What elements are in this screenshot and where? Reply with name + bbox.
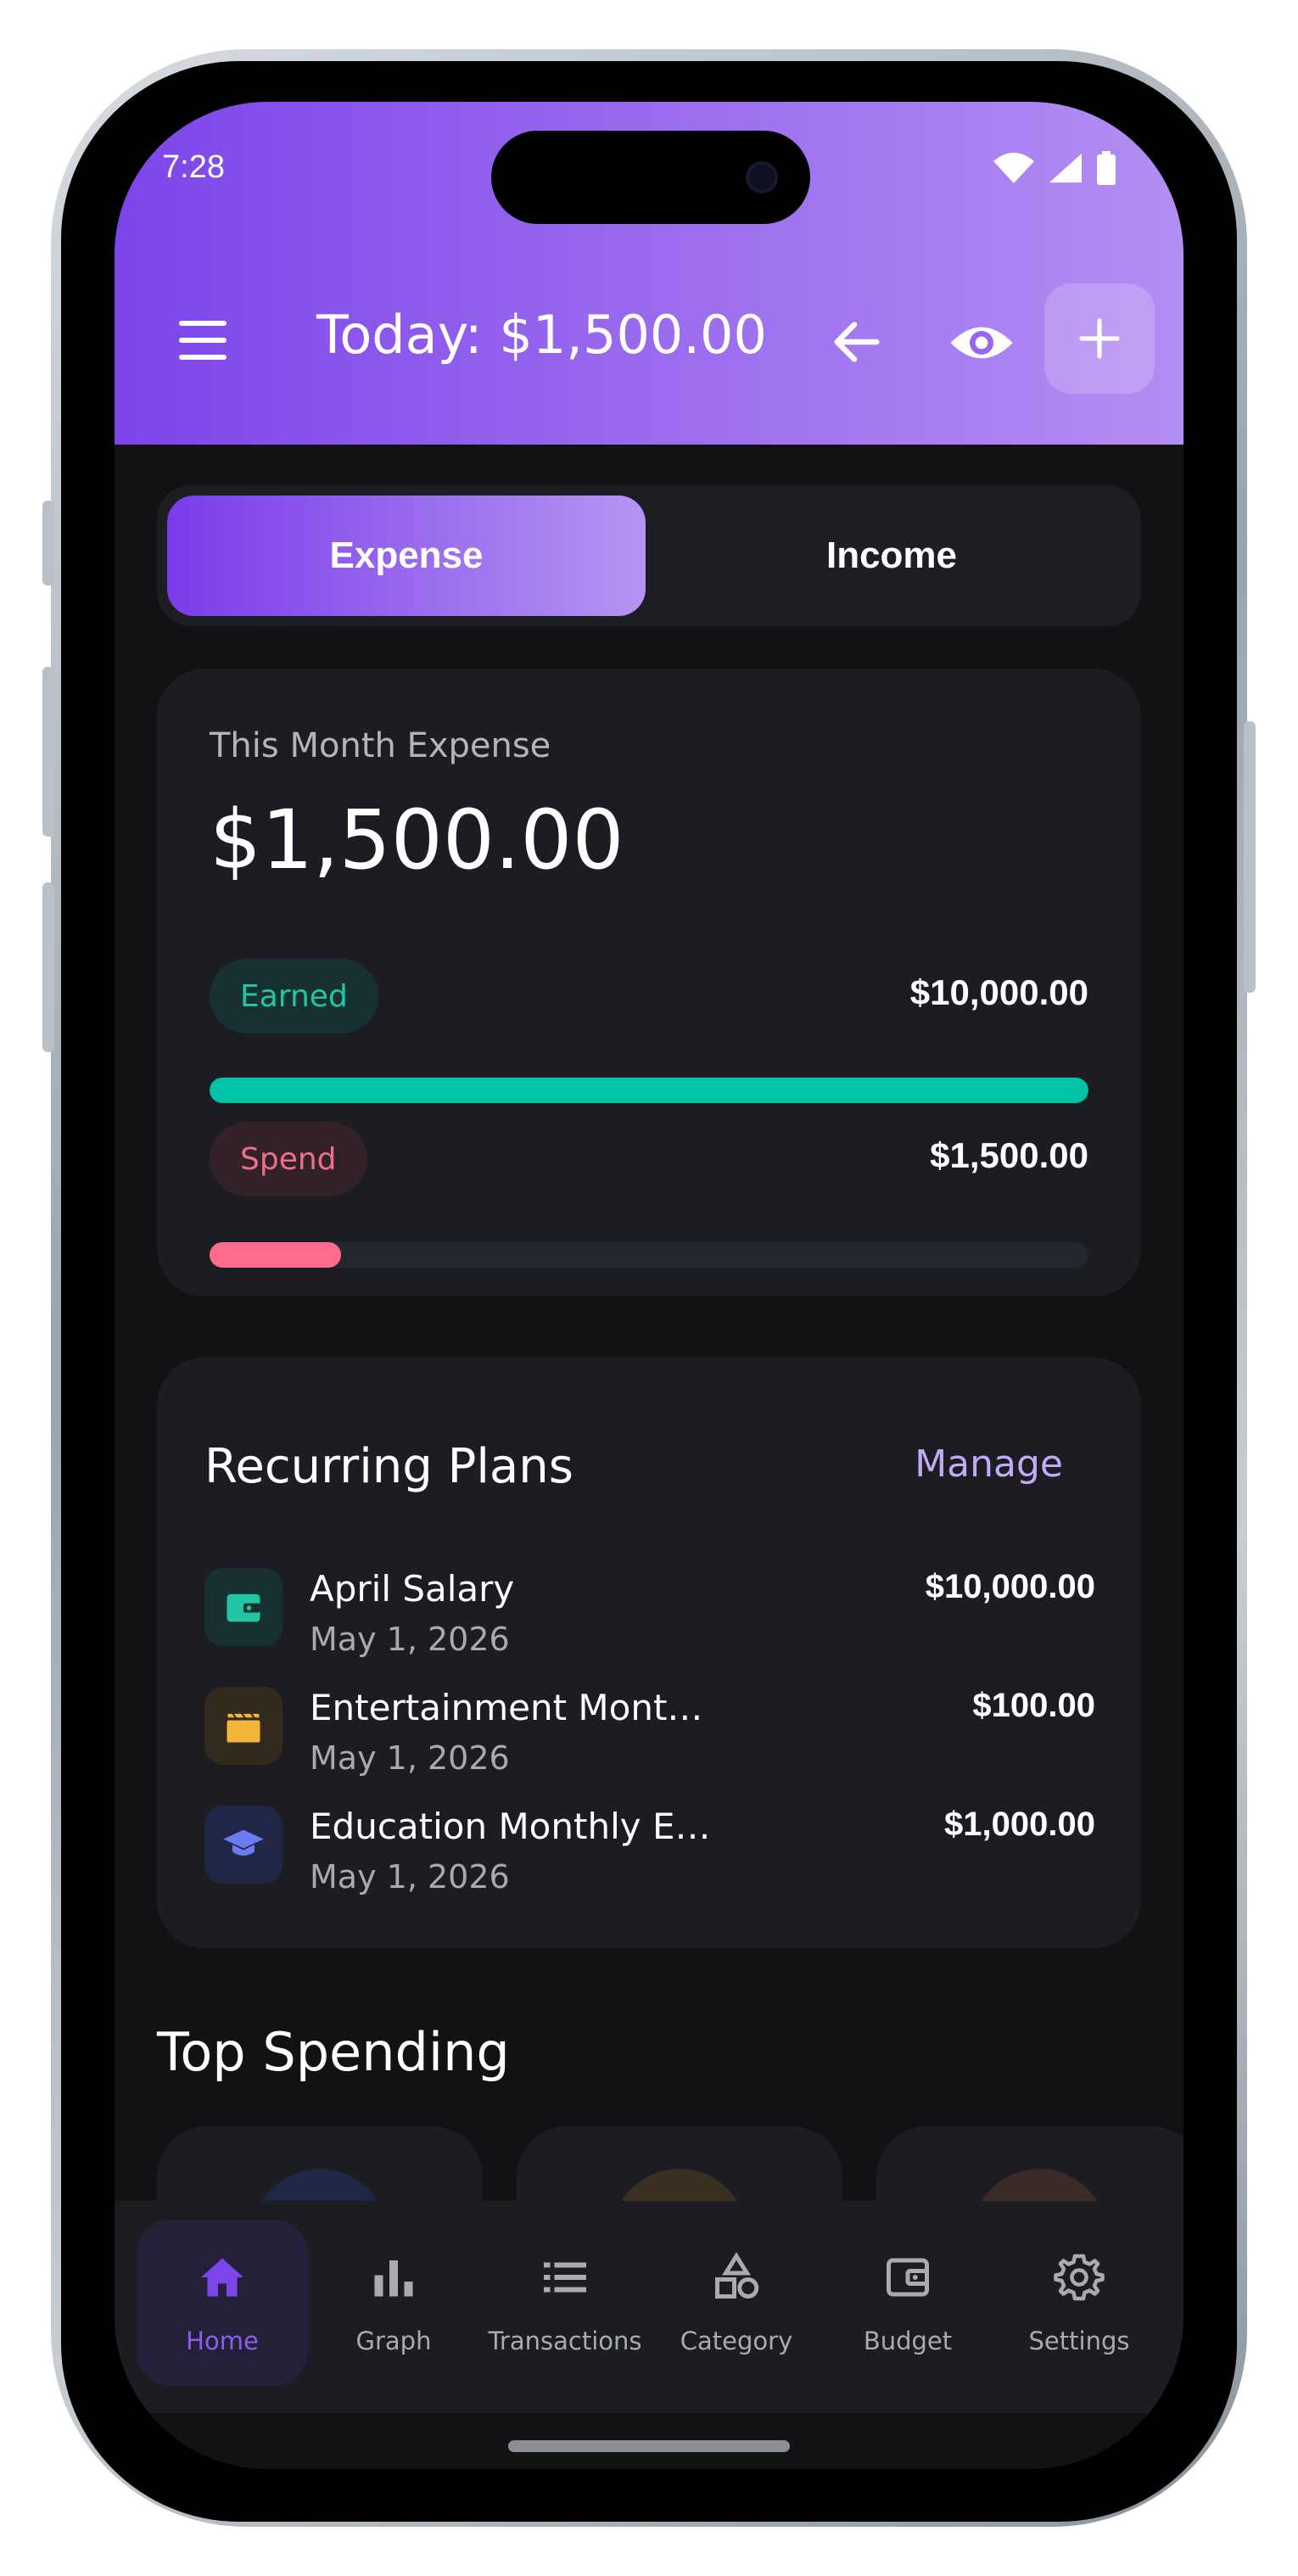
recurring-plans-card: Recurring Plans Manage April Salary May … bbox=[157, 1358, 1141, 1948]
bottom-navigation: Home Graph Transactions Category Budget … bbox=[115, 2201, 1183, 2413]
status-icons bbox=[993, 151, 1116, 185]
nav-item-settings[interactable]: Settings bbox=[993, 2220, 1165, 2386]
shapes-icon bbox=[715, 2252, 759, 2299]
volume-down-button bbox=[42, 882, 54, 1052]
add-button[interactable] bbox=[1044, 283, 1155, 394]
gear-icon bbox=[1054, 2254, 1105, 2301]
spend-progress-bar bbox=[210, 1242, 1088, 1268]
wifi-icon bbox=[993, 153, 1034, 183]
battery-icon bbox=[1097, 151, 1116, 185]
dynamic-island bbox=[491, 131, 810, 224]
month-summary-card: This Month Expense $1,500.00 Earned $10,… bbox=[157, 669, 1141, 1296]
nav-item-category[interactable]: Category bbox=[651, 2220, 822, 2386]
summary-label: This Month Expense bbox=[210, 726, 551, 765]
manage-button[interactable]: Manage bbox=[915, 1442, 1063, 1486]
spend-badge: Spend bbox=[210, 1122, 367, 1196]
clapperboard-icon bbox=[204, 1687, 283, 1765]
earned-badge: Earned bbox=[210, 959, 378, 1033]
graduation-cap-icon bbox=[204, 1806, 283, 1884]
nav-item-transactions[interactable]: Transactions bbox=[479, 2220, 651, 2386]
status-time: 7:28 bbox=[162, 149, 225, 185]
earned-progress-fill bbox=[210, 1078, 1088, 1103]
wallet-icon bbox=[887, 2258, 929, 2297]
nav-label: Category bbox=[680, 2327, 793, 2355]
volume-up-button bbox=[42, 667, 54, 837]
plan-date: May 1, 2026 bbox=[310, 1739, 510, 1777]
top-spending-title: Top Spending bbox=[157, 2021, 510, 2083]
eye-icon[interactable] bbox=[948, 309, 1015, 377]
wallet-icon bbox=[204, 1568, 283, 1646]
nav-item-graph[interactable]: Graph bbox=[308, 2220, 479, 2386]
app-screen: 7:28 Today: $1,500.00 Expense Income Thi… bbox=[115, 102, 1183, 2469]
signal-icon bbox=[1049, 153, 1082, 183]
plan-date: May 1, 2026 bbox=[310, 1621, 510, 1658]
app-header: 7:28 Today: $1,500.00 bbox=[115, 102, 1183, 445]
camera-icon bbox=[746, 161, 778, 193]
plan-name: April Salary bbox=[310, 1568, 515, 1610]
list-item[interactable]: Education Monthly E… May 1, 2026 $1,000.… bbox=[204, 1806, 1095, 1916]
back-arrow-icon[interactable] bbox=[827, 312, 887, 372]
nav-label: Graph bbox=[355, 2327, 432, 2355]
plan-amount: $100.00 bbox=[972, 1687, 1095, 1724]
list-item[interactable]: April Salary May 1, 2026 $10,000.00 bbox=[204, 1568, 1095, 1678]
earned-progress-bar bbox=[210, 1078, 1088, 1103]
nav-label: Budget bbox=[863, 2327, 953, 2355]
nav-label: Home bbox=[186, 2327, 259, 2355]
list-item[interactable]: Entertainment Mont… May 1, 2026 $100.00 bbox=[204, 1687, 1095, 1797]
action-button bbox=[42, 501, 54, 585]
recurring-plans-title: Recurring Plans bbox=[204, 1439, 573, 1494]
header-title: Today: $1,500.00 bbox=[316, 304, 767, 366]
power-button bbox=[1244, 721, 1256, 993]
list-icon bbox=[544, 2262, 586, 2293]
nav-item-budget[interactable]: Budget bbox=[822, 2220, 993, 2386]
spend-amount: $1,500.00 bbox=[930, 1135, 1088, 1175]
plus-icon bbox=[1079, 318, 1120, 359]
plan-date: May 1, 2026 bbox=[310, 1858, 510, 1896]
plan-name: Education Monthly E… bbox=[310, 1806, 711, 1847]
plan-name: Entertainment Mont… bbox=[310, 1687, 703, 1728]
home-icon bbox=[201, 2258, 243, 2297]
nav-label: Transactions bbox=[488, 2327, 642, 2355]
type-segment-control: Expense Income bbox=[157, 485, 1141, 626]
nav-item-home[interactable]: Home bbox=[137, 2220, 308, 2386]
summary-value: $1,500.00 bbox=[210, 792, 624, 888]
home-indicator bbox=[508, 2440, 790, 2452]
spend-progress-fill bbox=[210, 1242, 342, 1268]
plan-amount: $10,000.00 bbox=[925, 1568, 1095, 1605]
earned-amount: $10,000.00 bbox=[909, 972, 1088, 1012]
bar-chart-icon bbox=[374, 2260, 413, 2297]
nav-label: Settings bbox=[1028, 2327, 1130, 2355]
tab-income[interactable]: Income bbox=[652, 496, 1131, 616]
menu-icon[interactable] bbox=[179, 319, 230, 361]
plan-amount: $1,000.00 bbox=[944, 1806, 1095, 1843]
tab-expense[interactable]: Expense bbox=[167, 496, 646, 616]
